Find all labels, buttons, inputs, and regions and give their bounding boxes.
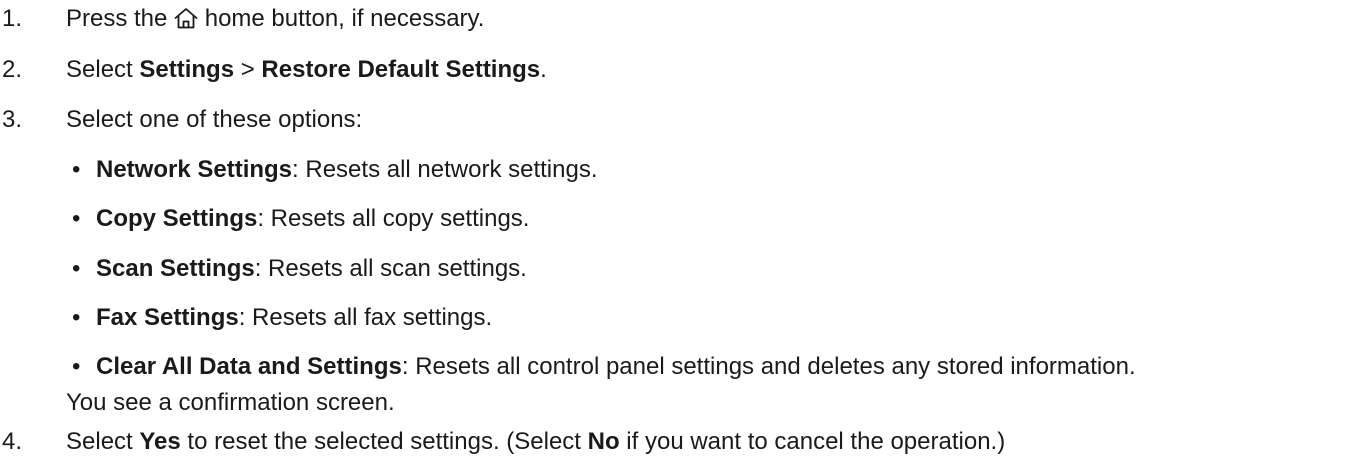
step-number: 4. — [2, 428, 23, 455]
step-number: 1. — [2, 5, 23, 32]
option-name: Network Settings — [96, 156, 293, 183]
option-name: Clear All Data and Settings — [96, 353, 402, 380]
menu-restore-default-settings: Restore Default Settings — [261, 56, 541, 83]
instruction-document: 1. Press the home button, if necessary. … — [0, 0, 1357, 461]
option-description: : Resets all control panel settings and … — [401, 353, 1136, 380]
option-description: : Resets all copy settings. — [257, 205, 530, 232]
bullet: • — [72, 353, 81, 380]
bullet: • — [72, 304, 81, 331]
step-text: Select Settings > Restore Default Settin… — [66, 56, 547, 83]
option-description: : Resets all network settings. — [292, 156, 598, 183]
step-text: Press the home button, if necessary. — [66, 5, 485, 32]
option-description: : Resets all scan settings. — [254, 255, 527, 282]
option-name: Fax Settings — [96, 304, 239, 331]
menu-settings: Settings — [139, 56, 235, 83]
option-name: Scan Settings — [96, 255, 255, 282]
step-text: Select Yes to reset the selected setting… — [66, 428, 1006, 455]
bullet: • — [72, 255, 81, 282]
home-icon — [174, 8, 198, 29]
step-number: 3. — [2, 106, 23, 133]
option-yes: Yes — [139, 428, 181, 455]
confirmation-note: You see a confirmation screen. — [66, 389, 395, 416]
bullet: • — [72, 205, 81, 232]
bullet: • — [72, 156, 81, 183]
step-number: 2. — [2, 56, 23, 83]
option-name: Copy Settings — [96, 205, 258, 232]
option-description: : Resets all fax settings. — [238, 304, 493, 331]
step-text: Select one of these options: — [66, 106, 363, 133]
option-no: No — [587, 428, 620, 455]
